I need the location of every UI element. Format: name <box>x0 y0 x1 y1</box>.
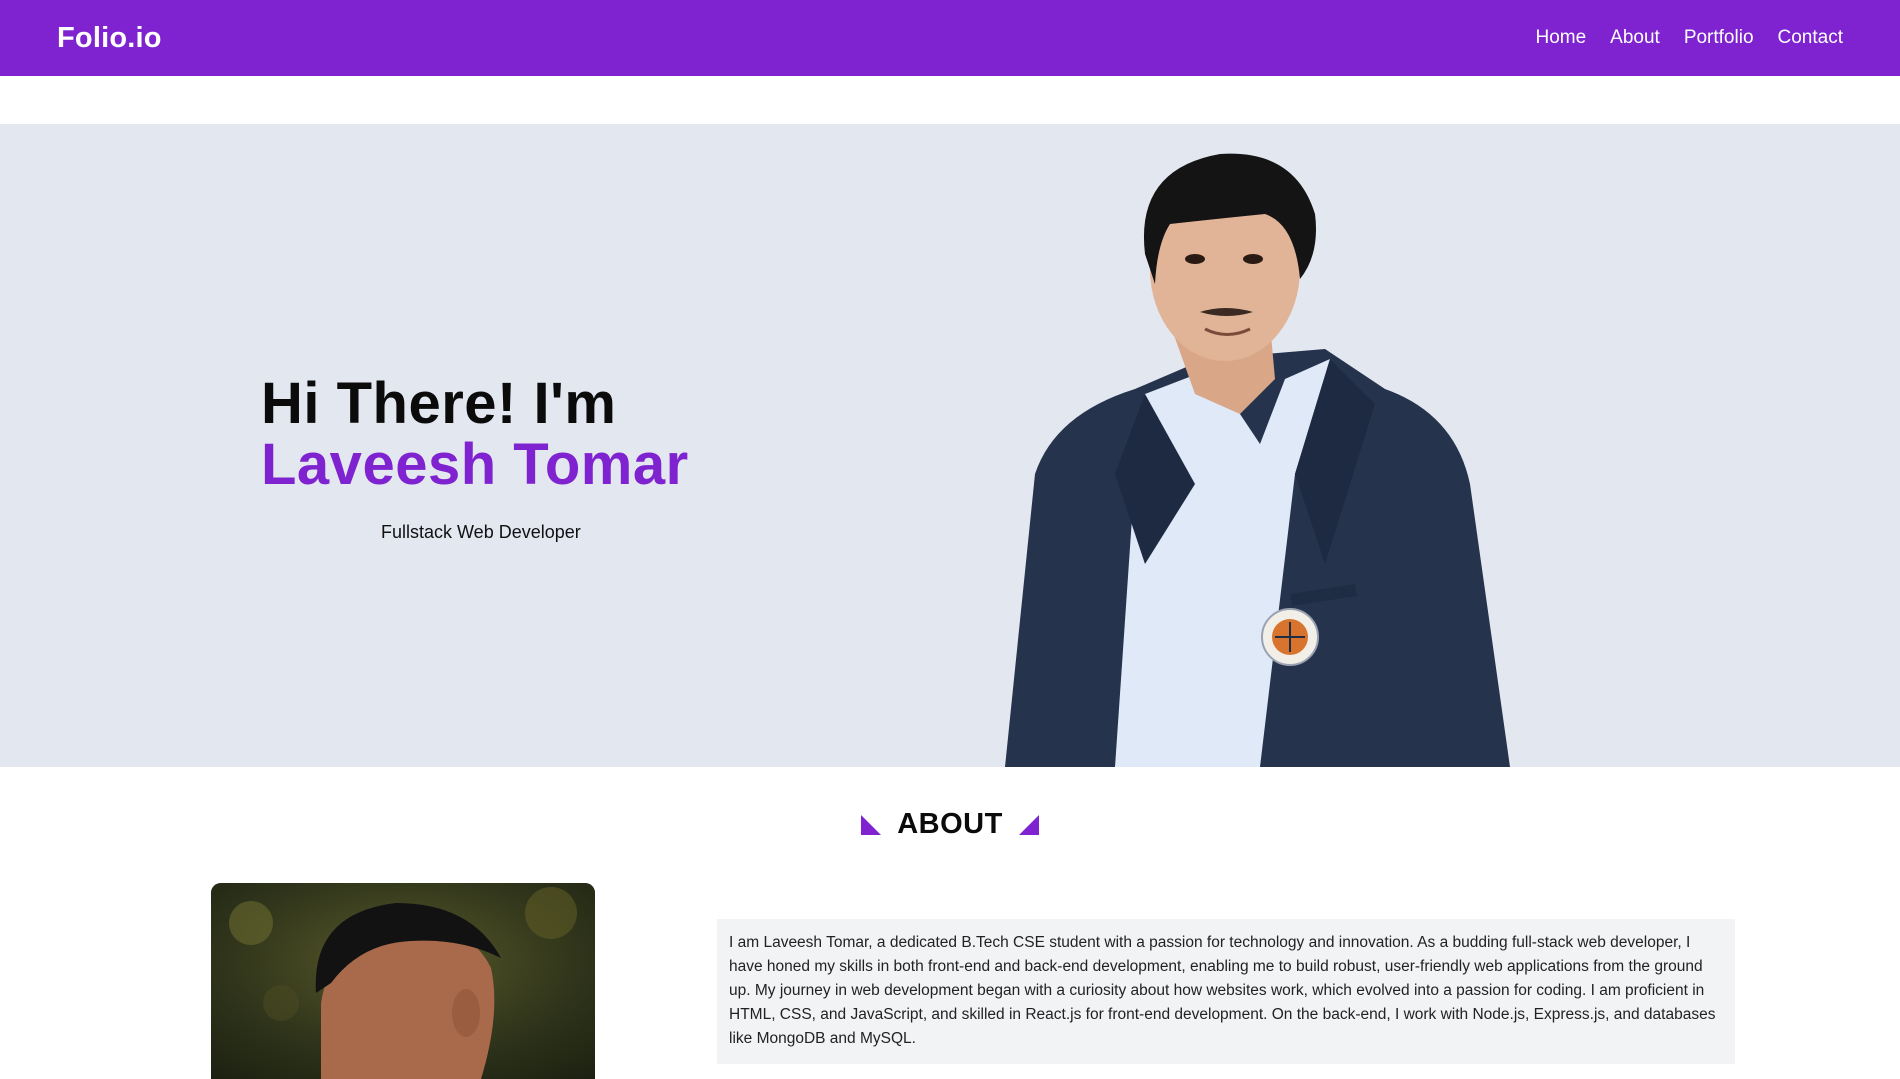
nav-links: Home About Portfolio Contact <box>1535 27 1843 49</box>
nav-link-portfolio[interactable]: Portfolio <box>1684 27 1754 49</box>
hero-portrait-image <box>1005 153 1510 767</box>
nav-link-contact[interactable]: Contact <box>1778 27 1843 49</box>
triangle-right-icon <box>1018 814 1039 835</box>
hero-text: Hi There! I'm Laveesh Tomar Fullstack We… <box>261 371 781 543</box>
about-portrait-image <box>211 883 595 1079</box>
about-description: I am Laveesh Tomar, a dedicated B.Tech C… <box>717 919 1735 1064</box>
navbar: Folio.io Home About Portfolio Contact <box>0 0 1900 76</box>
nav-link-about[interactable]: About <box>1610 27 1660 49</box>
hero-role: Fullstack Web Developer <box>381 522 581 542</box>
hero-greeting: Hi There! I'm <box>261 371 617 436</box>
about-title: ABOUT <box>897 808 1003 840</box>
about-heading: ABOUT <box>0 808 1900 841</box>
brand-logo[interactable]: Folio.io <box>57 22 162 55</box>
nav-link-home[interactable]: Home <box>1535 27 1586 49</box>
triangle-left-icon <box>861 814 882 835</box>
hero-name: Laveesh Tomar <box>261 432 689 497</box>
hero-section: Hi There! I'm Laveesh Tomar Fullstack We… <box>0 124 1900 767</box>
